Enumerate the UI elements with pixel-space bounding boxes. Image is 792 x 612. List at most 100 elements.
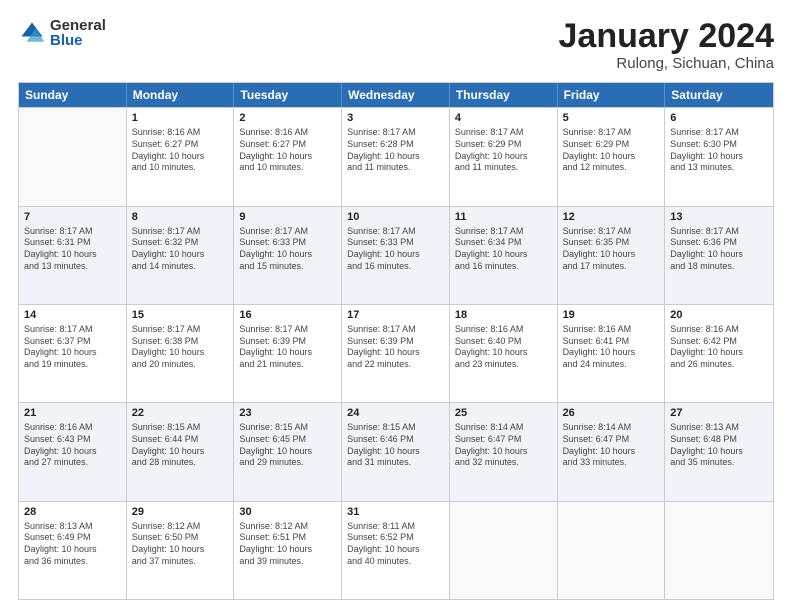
day-cell-29: 29Sunrise: 8:12 AM Sunset: 6:50 PM Dayli…	[127, 502, 235, 599]
day-number: 13	[670, 210, 768, 225]
logo-general: General	[50, 18, 106, 33]
empty-cell-4-4	[450, 502, 558, 599]
day-cell-9: 9Sunrise: 8:17 AM Sunset: 6:33 PM Daylig…	[234, 207, 342, 304]
day-number: 30	[239, 505, 336, 520]
day-cell-12: 12Sunrise: 8:17 AM Sunset: 6:35 PM Dayli…	[558, 207, 666, 304]
day-number: 9	[239, 210, 336, 225]
calendar-row-2: 7Sunrise: 8:17 AM Sunset: 6:31 PM Daylig…	[19, 206, 773, 304]
day-info: Sunrise: 8:17 AM Sunset: 6:31 PM Dayligh…	[24, 226, 121, 273]
day-cell-7: 7Sunrise: 8:17 AM Sunset: 6:31 PM Daylig…	[19, 207, 127, 304]
day-cell-25: 25Sunrise: 8:14 AM Sunset: 6:47 PM Dayli…	[450, 403, 558, 500]
day-cell-26: 26Sunrise: 8:14 AM Sunset: 6:47 PM Dayli…	[558, 403, 666, 500]
location: Rulong, Sichuan, China	[559, 55, 775, 72]
day-info: Sunrise: 8:17 AM Sunset: 6:39 PM Dayligh…	[347, 324, 444, 371]
day-info: Sunrise: 8:16 AM Sunset: 6:40 PM Dayligh…	[455, 324, 552, 371]
day-info: Sunrise: 8:16 AM Sunset: 6:27 PM Dayligh…	[239, 127, 336, 174]
day-number: 15	[132, 308, 229, 323]
day-info: Sunrise: 8:17 AM Sunset: 6:33 PM Dayligh…	[347, 226, 444, 273]
month-title: January 2024	[559, 18, 775, 55]
day-info: Sunrise: 8:15 AM Sunset: 6:44 PM Dayligh…	[132, 422, 229, 469]
day-cell-11: 11Sunrise: 8:17 AM Sunset: 6:34 PM Dayli…	[450, 207, 558, 304]
day-number: 23	[239, 406, 336, 421]
day-info: Sunrise: 8:13 AM Sunset: 6:49 PM Dayligh…	[24, 521, 121, 568]
day-number: 24	[347, 406, 444, 421]
day-info: Sunrise: 8:16 AM Sunset: 6:27 PM Dayligh…	[132, 127, 229, 174]
day-cell-13: 13Sunrise: 8:17 AM Sunset: 6:36 PM Dayli…	[665, 207, 773, 304]
day-cell-2: 2Sunrise: 8:16 AM Sunset: 6:27 PM Daylig…	[234, 108, 342, 205]
day-number: 31	[347, 505, 444, 520]
day-cell-18: 18Sunrise: 8:16 AM Sunset: 6:40 PM Dayli…	[450, 305, 558, 402]
day-cell-19: 19Sunrise: 8:16 AM Sunset: 6:41 PM Dayli…	[558, 305, 666, 402]
day-info: Sunrise: 8:16 AM Sunset: 6:41 PM Dayligh…	[563, 324, 660, 371]
day-info: Sunrise: 8:17 AM Sunset: 6:39 PM Dayligh…	[239, 324, 336, 371]
day-number: 17	[347, 308, 444, 323]
calendar: SundayMondayTuesdayWednesdayThursdayFrid…	[18, 82, 774, 600]
day-cell-31: 31Sunrise: 8:11 AM Sunset: 6:52 PM Dayli…	[342, 502, 450, 599]
day-number: 19	[563, 308, 660, 323]
header-day-saturday: Saturday	[665, 83, 773, 107]
day-number: 29	[132, 505, 229, 520]
day-cell-1: 1Sunrise: 8:16 AM Sunset: 6:27 PM Daylig…	[127, 108, 235, 205]
day-cell-21: 21Sunrise: 8:16 AM Sunset: 6:43 PM Dayli…	[19, 403, 127, 500]
logo: General Blue	[18, 18, 106, 48]
day-number: 25	[455, 406, 552, 421]
day-number: 3	[347, 111, 444, 126]
day-cell-22: 22Sunrise: 8:15 AM Sunset: 6:44 PM Dayli…	[127, 403, 235, 500]
day-cell-28: 28Sunrise: 8:13 AM Sunset: 6:49 PM Dayli…	[19, 502, 127, 599]
day-cell-15: 15Sunrise: 8:17 AM Sunset: 6:38 PM Dayli…	[127, 305, 235, 402]
day-info: Sunrise: 8:17 AM Sunset: 6:32 PM Dayligh…	[132, 226, 229, 273]
day-number: 26	[563, 406, 660, 421]
day-info: Sunrise: 8:12 AM Sunset: 6:50 PM Dayligh…	[132, 521, 229, 568]
day-cell-5: 5Sunrise: 8:17 AM Sunset: 6:29 PM Daylig…	[558, 108, 666, 205]
day-number: 10	[347, 210, 444, 225]
day-number: 8	[132, 210, 229, 225]
day-number: 21	[24, 406, 121, 421]
day-number: 1	[132, 111, 229, 126]
header-day-friday: Friday	[558, 83, 666, 107]
day-info: Sunrise: 8:14 AM Sunset: 6:47 PM Dayligh…	[455, 422, 552, 469]
day-info: Sunrise: 8:17 AM Sunset: 6:29 PM Dayligh…	[563, 127, 660, 174]
day-info: Sunrise: 8:17 AM Sunset: 6:34 PM Dayligh…	[455, 226, 552, 273]
day-info: Sunrise: 8:17 AM Sunset: 6:36 PM Dayligh…	[670, 226, 768, 273]
calendar-row-4: 21Sunrise: 8:16 AM Sunset: 6:43 PM Dayli…	[19, 402, 773, 500]
calendar-row-5: 28Sunrise: 8:13 AM Sunset: 6:49 PM Dayli…	[19, 501, 773, 599]
day-info: Sunrise: 8:11 AM Sunset: 6:52 PM Dayligh…	[347, 521, 444, 568]
day-number: 18	[455, 308, 552, 323]
day-cell-14: 14Sunrise: 8:17 AM Sunset: 6:37 PM Dayli…	[19, 305, 127, 402]
day-number: 4	[455, 111, 552, 126]
header-day-wednesday: Wednesday	[342, 83, 450, 107]
day-cell-6: 6Sunrise: 8:17 AM Sunset: 6:30 PM Daylig…	[665, 108, 773, 205]
day-cell-23: 23Sunrise: 8:15 AM Sunset: 6:45 PM Dayli…	[234, 403, 342, 500]
logo-text: General Blue	[50, 18, 106, 48]
day-number: 6	[670, 111, 768, 126]
header: General Blue January 2024 Rulong, Sichua…	[18, 18, 774, 72]
calendar-header: SundayMondayTuesdayWednesdayThursdayFrid…	[19, 83, 773, 107]
logo-blue: Blue	[50, 33, 106, 48]
day-number: 16	[239, 308, 336, 323]
day-cell-27: 27Sunrise: 8:13 AM Sunset: 6:48 PM Dayli…	[665, 403, 773, 500]
header-day-tuesday: Tuesday	[234, 83, 342, 107]
day-info: Sunrise: 8:16 AM Sunset: 6:43 PM Dayligh…	[24, 422, 121, 469]
day-number: 11	[455, 210, 552, 225]
day-number: 14	[24, 308, 121, 323]
day-cell-3: 3Sunrise: 8:17 AM Sunset: 6:28 PM Daylig…	[342, 108, 450, 205]
day-cell-10: 10Sunrise: 8:17 AM Sunset: 6:33 PM Dayli…	[342, 207, 450, 304]
day-info: Sunrise: 8:16 AM Sunset: 6:42 PM Dayligh…	[670, 324, 768, 371]
header-day-sunday: Sunday	[19, 83, 127, 107]
day-number: 12	[563, 210, 660, 225]
title-block: January 2024 Rulong, Sichuan, China	[559, 18, 775, 72]
empty-cell-4-5	[558, 502, 666, 599]
day-info: Sunrise: 8:14 AM Sunset: 6:47 PM Dayligh…	[563, 422, 660, 469]
logo-icon	[18, 19, 46, 47]
header-day-monday: Monday	[127, 83, 235, 107]
day-number: 5	[563, 111, 660, 126]
day-info: Sunrise: 8:12 AM Sunset: 6:51 PM Dayligh…	[239, 521, 336, 568]
empty-cell-4-6	[665, 502, 773, 599]
calendar-row-1: 1Sunrise: 8:16 AM Sunset: 6:27 PM Daylig…	[19, 107, 773, 205]
day-info: Sunrise: 8:17 AM Sunset: 6:29 PM Dayligh…	[455, 127, 552, 174]
day-info: Sunrise: 8:17 AM Sunset: 6:30 PM Dayligh…	[670, 127, 768, 174]
day-number: 27	[670, 406, 768, 421]
day-cell-30: 30Sunrise: 8:12 AM Sunset: 6:51 PM Dayli…	[234, 502, 342, 599]
day-cell-20: 20Sunrise: 8:16 AM Sunset: 6:42 PM Dayli…	[665, 305, 773, 402]
day-info: Sunrise: 8:17 AM Sunset: 6:38 PM Dayligh…	[132, 324, 229, 371]
